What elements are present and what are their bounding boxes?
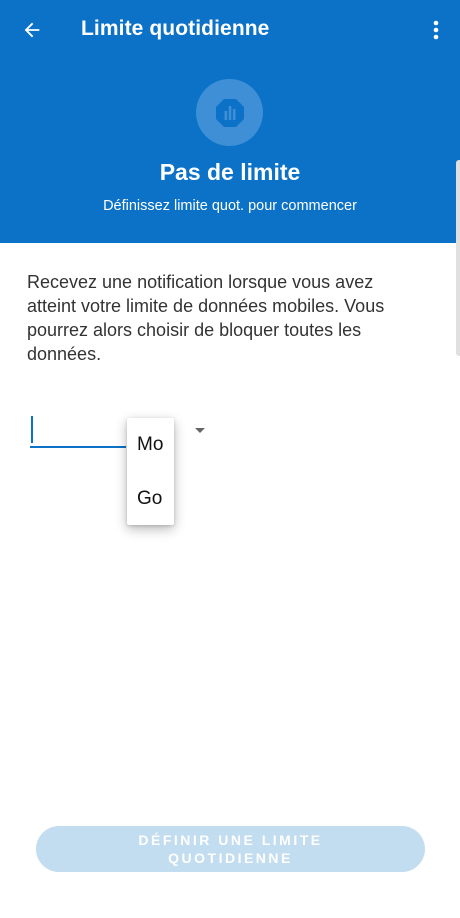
header: Limite quotidienne Pas de limite Définis… (0, 0, 460, 243)
more-vertical-icon (433, 20, 439, 40)
set-daily-limit-button[interactable]: DÉFINIR UNE LIMITE QUOTIDIENNE (36, 826, 425, 872)
back-button[interactable] (14, 12, 50, 48)
data-usage-icon (215, 98, 244, 127)
toolbar: Limite quotidienne (0, 0, 460, 60)
scrollbar[interactable] (456, 160, 460, 356)
set-daily-limit-button-label: DÉFINIR UNE LIMITE QUOTIDIENNE (138, 832, 323, 866)
hero-subtitle: Définissez limite quot. pour commencer (103, 198, 357, 214)
hero-title: Pas de limite (159, 159, 301, 185)
unit-dropdown-menu: Mo Go (127, 418, 174, 525)
daily-limit-screen: Limite quotidienne Pas de limite Définis… (0, 0, 460, 918)
hero-icon-badge (196, 79, 263, 146)
arrow-left-icon (24, 22, 40, 38)
unit-option-go[interactable]: Go (137, 488, 162, 510)
page-title: Limite quotidienne (81, 17, 270, 40)
text-caret (31, 416, 33, 443)
unit-option-mo[interactable]: Mo (137, 434, 163, 456)
limit-description: Recevez une notification lorsque vous av… (27, 272, 385, 364)
dropdown-arrow-icon[interactable] (195, 428, 205, 433)
more-options-button[interactable] (424, 12, 448, 48)
limit-amount-input[interactable] (30, 413, 126, 448)
